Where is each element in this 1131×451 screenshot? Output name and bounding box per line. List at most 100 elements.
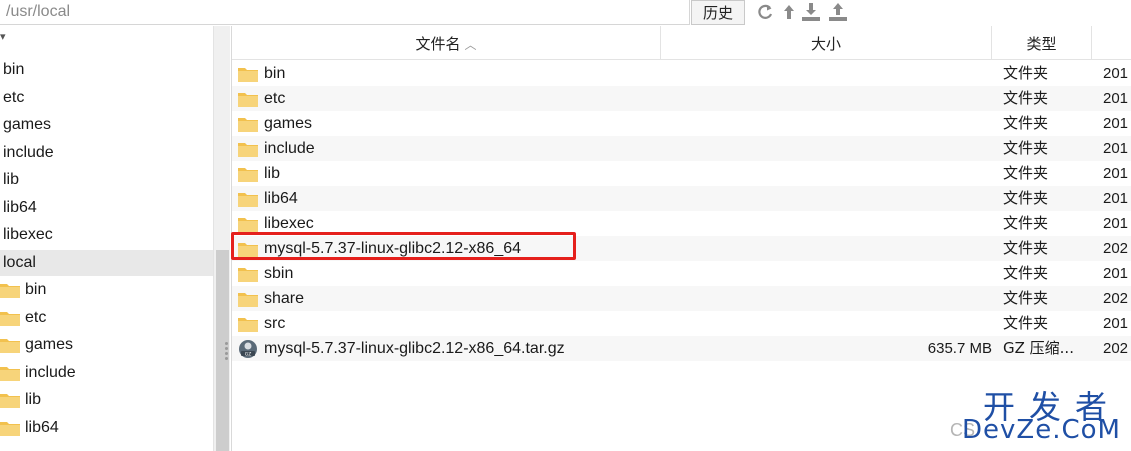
- file-name-label: etc: [264, 89, 286, 107]
- file-date-cell: 201: [1103, 115, 1129, 132]
- file-row[interactable]: share 文件夹 202: [232, 286, 1131, 311]
- tree-item-lib64[interactable]: lib64: [0, 415, 213, 441]
- sort-ascending-icon: ︿: [464, 38, 477, 52]
- file-name-cell: lib: [238, 161, 280, 186]
- file-date-cell: 201: [1103, 190, 1129, 207]
- file-size-cell: [662, 311, 992, 336]
- file-type-cell: GZ 压缩...: [1003, 339, 1074, 357]
- folder-icon: [0, 337, 25, 353]
- file-date-cell: 201: [1103, 315, 1129, 332]
- file-date-cell: 202: [1103, 340, 1129, 357]
- svg-text:GZ: GZ: [245, 351, 252, 357]
- file-name-cell: libexec: [238, 211, 314, 236]
- tree-item-label: etc: [25, 308, 47, 326]
- file-size-cell: [662, 161, 992, 186]
- folder-icon: [0, 365, 25, 381]
- path-input[interactable]: [0, 0, 690, 25]
- folder-icon: [238, 116, 264, 132]
- tree-item-games[interactable]: games: [0, 112, 213, 138]
- tree-item-local[interactable]: local: [0, 249, 213, 276]
- tree-item-label: libexec: [3, 226, 53, 243]
- folder-icon: [238, 166, 264, 182]
- upload-icon[interactable]: [827, 1, 849, 23]
- tree-item-libexec[interactable]: libexec: [0, 222, 213, 248]
- tree-item-games[interactable]: games: [0, 332, 213, 358]
- tree-item-label: lib: [25, 391, 42, 408]
- directory-tree[interactable]: ▾ bin etc games include lib lib64 libexec local…: [0, 26, 213, 451]
- file-size-cell: [662, 286, 992, 311]
- tree-item-lib[interactable]: lib: [0, 167, 213, 193]
- file-size-cell: 635.7 MB: [927, 340, 992, 357]
- refresh-icon[interactable]: [754, 1, 776, 23]
- file-row[interactable]: GZ mysql-5.7.37-linux-glibc2.12-x86_64.ta…: [232, 336, 1131, 361]
- file-name-cell: games: [238, 111, 312, 136]
- file-name-cell: include: [238, 136, 315, 161]
- column-header-size[interactable]: 大小: [661, 26, 992, 60]
- file-row[interactable]: bin 文件夹 201: [232, 61, 1131, 86]
- file-size-cell: [662, 186, 992, 211]
- tree-item-etc[interactable]: etc: [0, 85, 213, 111]
- folder-icon: [0, 420, 25, 436]
- tree-item-lib64[interactable]: lib64: [0, 195, 213, 221]
- watermark-logo-domain: DevZe.CoM: [962, 415, 1121, 445]
- file-type-cell: 文件夹: [1003, 139, 1049, 157]
- file-row[interactable]: sbin 文件夹 201: [232, 261, 1131, 286]
- file-size-cell: [662, 136, 992, 161]
- column-header-date[interactable]: [1092, 26, 1131, 60]
- file-name-cell: share: [238, 286, 304, 311]
- tree-item-lib[interactable]: lib: [0, 387, 213, 413]
- path-bar: 历史: [0, 0, 1131, 26]
- tree-item-bin[interactable]: bin: [0, 57, 213, 83]
- tree-item-include[interactable]: include: [0, 360, 213, 386]
- file-type-cell: 文件夹: [1003, 264, 1049, 282]
- file-name-cell: etc: [238, 86, 285, 111]
- folder-icon: [238, 266, 264, 282]
- file-date-cell: 201: [1103, 65, 1129, 82]
- folder-icon: [238, 316, 264, 332]
- tree-item-label: lib64: [3, 198, 37, 216]
- file-row[interactable]: include 文件夹 201: [232, 136, 1131, 161]
- file-name-cell: sbin: [238, 261, 293, 286]
- file-type-cell: 文件夹: [1003, 314, 1049, 332]
- file-row[interactable]: src 文件夹 201: [232, 311, 1131, 336]
- file-row[interactable]: lib64 文件夹 201: [232, 186, 1131, 211]
- column-header-name[interactable]: 文件名 ︿: [232, 26, 661, 60]
- file-type-cell: 文件夹: [1003, 289, 1049, 307]
- gz-archive-icon: GZ: [238, 339, 264, 359]
- folder-icon: [238, 66, 264, 82]
- file-name-cell: lib64: [238, 186, 298, 211]
- history-button[interactable]: 历史: [691, 0, 745, 25]
- file-list-header: 文件名 ︿ 大小 类型: [232, 26, 1131, 60]
- tree-item-label: include: [25, 363, 76, 381]
- file-row[interactable]: etc 文件夹 201: [232, 86, 1131, 111]
- download-icon[interactable]: [800, 1, 822, 23]
- panel-splitter[interactable]: [224, 340, 230, 360]
- file-size-cell: [662, 111, 992, 136]
- folder-icon: [0, 282, 25, 298]
- file-size-cell: [662, 211, 992, 236]
- tree-item-bin[interactable]: bin: [0, 277, 213, 303]
- file-name-label: libexec: [264, 214, 314, 232]
- tree-item-etc[interactable]: etc: [0, 305, 213, 331]
- file-row[interactable]: lib 文件夹 201: [232, 161, 1131, 186]
- file-name-label: lib64: [264, 189, 298, 207]
- column-header-type[interactable]: 类型: [992, 26, 1092, 60]
- file-row[interactable]: games 文件夹 201: [232, 111, 1131, 136]
- file-row[interactable]: mysql-5.7.37-linux-glibc2.12-x86_64 文件夹 20…: [232, 236, 1131, 261]
- upload-arrow-icon[interactable]: [778, 1, 800, 23]
- column-size-label: 大小: [810, 35, 841, 53]
- file-name-cell: GZ mysql-5.7.37-linux-glibc2.12-x86_64.ta…: [238, 336, 565, 361]
- tree-item-include[interactable]: include: [0, 140, 213, 166]
- tree-item-label: games: [3, 116, 52, 133]
- file-size-cell: [662, 261, 992, 286]
- folder-icon: [238, 141, 264, 157]
- file-row[interactable]: libexec 文件夹 201: [232, 211, 1131, 236]
- file-date-cell: 201: [1103, 215, 1129, 232]
- file-size-cell: [662, 86, 992, 111]
- tree-scrollbar[interactable]: [213, 26, 230, 451]
- file-type-cell: 文件夹: [1003, 239, 1049, 257]
- tree-item-label: games: [25, 336, 74, 353]
- tree-item-label: etc: [3, 88, 25, 106]
- file-name-cell: bin: [238, 61, 285, 86]
- file-type-cell: 文件夹: [1003, 114, 1049, 132]
